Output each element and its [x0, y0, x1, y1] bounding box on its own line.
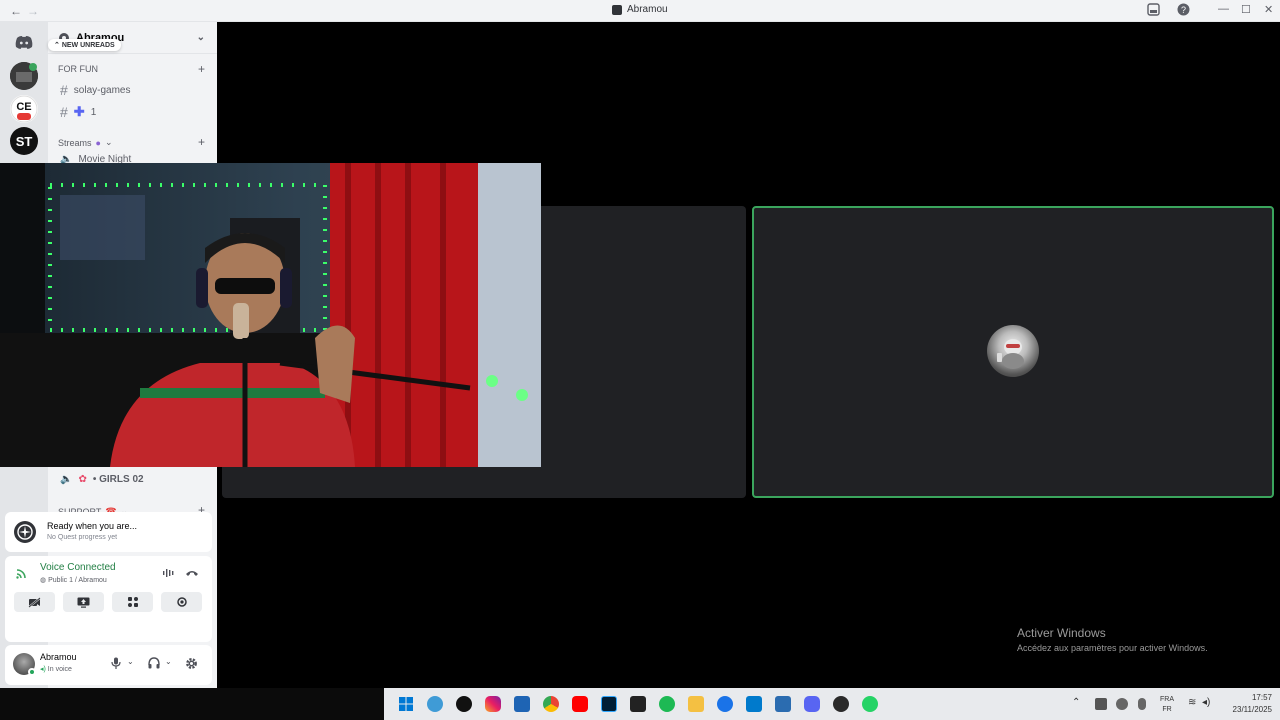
camera-off-icon: [28, 596, 41, 608]
roblox-icon[interactable]: [630, 696, 646, 712]
noise-suppression-icon[interactable]: [162, 567, 174, 579]
youtube-icon[interactable]: [572, 696, 588, 712]
volume-icon[interactable]: ◂): [1202, 697, 1210, 708]
camera-toggle-button[interactable]: [14, 592, 55, 612]
hash-icon: #: [60, 82, 68, 98]
soundboard-button[interactable]: [161, 592, 202, 612]
title-bar: ← → Abramou ? — ☐ ✕: [0, 0, 1280, 22]
new-unreads-pill[interactable]: ⌃ NEW UNREADS: [48, 39, 121, 51]
headphones-icon[interactable]: [148, 657, 160, 669]
spotify-icon[interactable]: [659, 696, 675, 712]
webcam-stream[interactable]: [0, 163, 541, 467]
globe-icon: ●: [95, 137, 101, 148]
file-explorer-icon[interactable]: [688, 696, 704, 712]
github-icon[interactable]: [456, 696, 472, 712]
store-icon[interactable]: [514, 696, 530, 712]
wifi-icon[interactable]: ≋: [1188, 697, 1196, 708]
settings-gear-icon[interactable]: [185, 657, 198, 670]
whatsapp-icon[interactable]: [862, 696, 878, 712]
svg-text:?: ?: [1181, 5, 1186, 15]
channel-plus-one[interactable]: # ✚ 1: [60, 104, 96, 120]
add-channel-icon[interactable]: +: [198, 135, 205, 149]
signal-icon: [16, 569, 26, 579]
help-icon[interactable]: ?: [1177, 3, 1190, 19]
participant-avatar: [987, 325, 1039, 377]
taskbar-apps: [384, 688, 896, 720]
chevron-down-icon[interactable]: ⌄: [165, 657, 172, 666]
chevron-up-icon[interactable]: ⌃: [1072, 697, 1080, 708]
app-icon: [612, 4, 622, 15]
chevron-down-icon[interactable]: ⌄: [127, 657, 134, 666]
discord-home-icon[interactable]: [10, 28, 38, 56]
taskbar: ⌃ FRA FR ≋ ◂) 17:57 23/11/2025: [0, 688, 1280, 720]
app-store-icon[interactable]: [717, 696, 733, 712]
hash-icon: #: [60, 104, 68, 120]
svg-text:CE: CE: [16, 101, 31, 113]
screen-share-icon: [77, 597, 90, 608]
speaker-icon: 🔈: [60, 474, 73, 485]
instagram-icon[interactable]: [485, 696, 501, 712]
online-status-icon: [28, 668, 36, 676]
speaker-icon: ◂): [40, 666, 48, 673]
channel-girls[interactable]: 🔈 ✿ • GIRLS 02: [60, 474, 144, 485]
microphone-icon[interactable]: [111, 657, 121, 669]
activities-button[interactable]: [112, 592, 153, 612]
disconnect-icon[interactable]: [185, 568, 199, 578]
chevron-down-icon: ⌄: [104, 137, 113, 147]
voice-panel: Voice Connected ◍ Public 1 / Abramou: [5, 556, 212, 642]
input-language[interactable]: FRA FR: [1160, 695, 1174, 715]
forward-icon[interactable]: →: [27, 4, 39, 18]
user-panel: Abramou ◂) In voice ⌄ ⌄: [5, 645, 212, 685]
steam-icon[interactable]: [833, 696, 849, 712]
chevron-up-icon: ⌃: [54, 42, 62, 49]
channel-solay-games[interactable]: # solay-games: [60, 82, 131, 98]
maximize-icon[interactable]: ☐: [1241, 3, 1251, 16]
soundboard-icon: [176, 597, 187, 607]
minimize-icon[interactable]: —: [1218, 3, 1229, 15]
server-icon-st[interactable]: ST: [10, 127, 38, 155]
windows-start-icon[interactable]: [398, 696, 414, 712]
category-for-fun[interactable]: FOR FUN: [58, 64, 98, 74]
close-icon[interactable]: ✕: [1264, 3, 1273, 16]
clock[interactable]: 17:57 23/11/2025: [1233, 692, 1272, 716]
widgets-icon[interactable]: [427, 696, 443, 712]
chevron-down-icon[interactable]: ⌄: [197, 32, 205, 43]
tray-app-icon[interactable]: [1116, 698, 1128, 710]
photoshop-icon[interactable]: [601, 696, 617, 712]
flower-icon: ✿: [78, 474, 87, 485]
back-icon[interactable]: ←: [10, 4, 22, 18]
globe-icon: ◍: [40, 577, 49, 584]
chrome-icon[interactable]: [543, 696, 559, 712]
server-icon-1[interactable]: [10, 62, 38, 90]
windows-activation-watermark: Activer Windows Accédez aux paramètres p…: [1017, 626, 1208, 653]
plus-icon: ✚: [73, 104, 85, 119]
microphone-icon[interactable]: [1138, 698, 1146, 710]
quest-icon: [14, 521, 36, 543]
vscode-icon[interactable]: [746, 696, 762, 712]
server-icon-115[interactable]: CE: [10, 95, 38, 123]
add-channel-icon[interactable]: +: [198, 62, 205, 76]
discord-taskbar-icon[interactable]: [804, 696, 820, 712]
calendar-icon[interactable]: [775, 696, 791, 712]
system-tray: ⌃ FRA FR ≋ ◂) 17:57 23/11/2025: [896, 688, 1280, 720]
inbox-icon[interactable]: [1147, 3, 1160, 19]
activities-icon: [127, 597, 138, 607]
screen-share-button[interactable]: [63, 592, 104, 612]
quest-card[interactable]: Ready when you are... No Quest progress …: [5, 512, 212, 552]
window-title: Abramou: [612, 4, 668, 15]
category-streams[interactable]: Streams ● ⌄: [58, 137, 113, 148]
tray-app-icon[interactable]: [1095, 698, 1107, 710]
